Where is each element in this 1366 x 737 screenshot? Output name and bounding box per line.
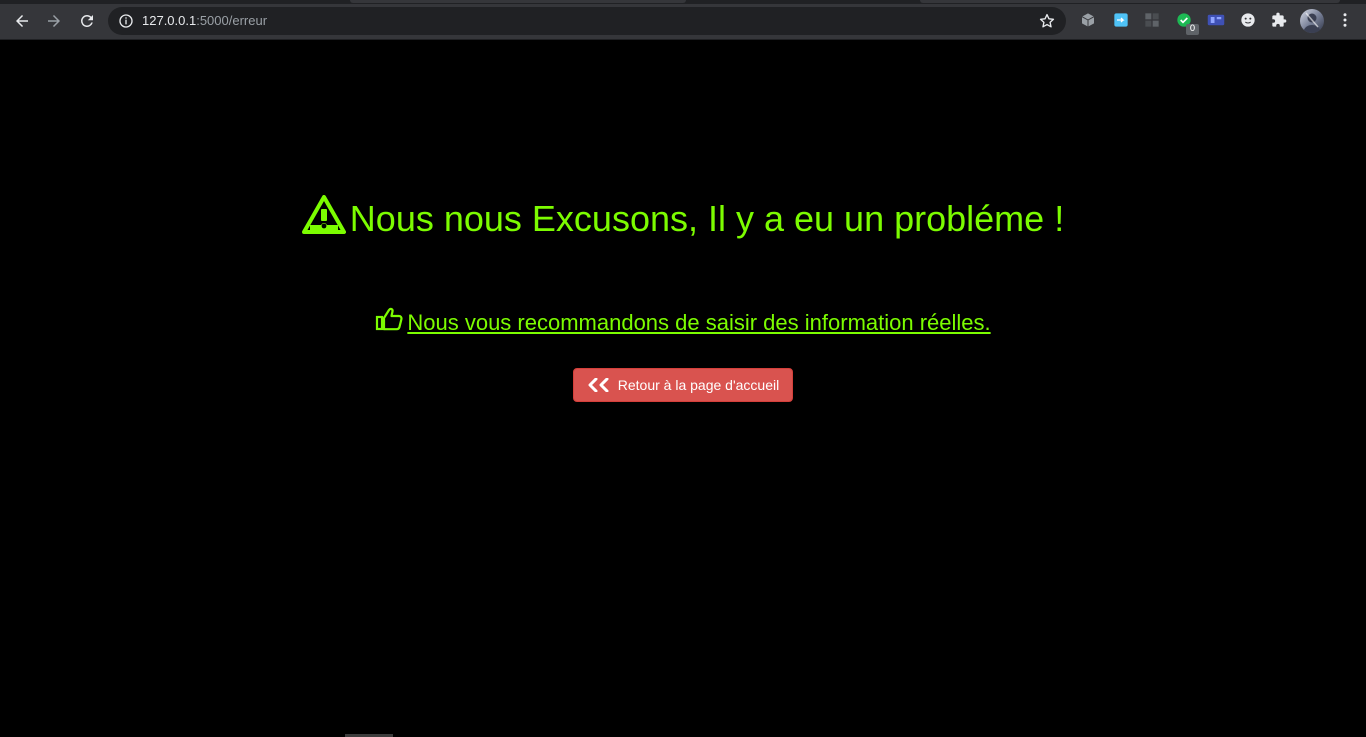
url-host: 127.0.0.1 [142, 13, 197, 28]
reload-icon [80, 14, 93, 27]
recommendation-link[interactable]: Nous vous recommandons de saisir des inf… [407, 310, 990, 335]
forward-arrow-icon [48, 15, 60, 27]
page-content: Nous nous Excusons, Il y a eu un problém… [0, 40, 1366, 737]
tab-strip [0, 0, 1366, 4]
url-path: :5000/erreur [196, 13, 268, 28]
double-chevron-left-icon [588, 378, 609, 392]
extension-translate-icon[interactable] [1112, 11, 1130, 29]
extension-badge: 0 [1186, 24, 1199, 35]
extension-grid-icon[interactable] [1143, 11, 1161, 29]
puzzle-icon[interactable] [1270, 11, 1288, 29]
browser-toolbar: 127.0.0.1:5000/erreur 0 [0, 0, 1366, 40]
extension-cube-icon[interactable] [1079, 11, 1097, 29]
tab-hint [350, 0, 686, 3]
extension-blue-icon[interactable] [1207, 11, 1225, 29]
error-heading-text: Nous nous Excusons, Il y a eu un problém… [349, 198, 1065, 239]
star-icon[interactable] [1038, 12, 1056, 30]
home-button[interactable]: Retour à la page d'accueil [573, 368, 793, 402]
profile-avatar[interactable] [1300, 9, 1324, 33]
address-bar[interactable]: 127.0.0.1:5000/erreur [108, 7, 1066, 35]
back-button[interactable] [10, 9, 34, 33]
forward-button[interactable] [42, 9, 66, 33]
tab-hint [920, 0, 1340, 3]
extension-face-icon[interactable] [1239, 11, 1257, 29]
reload-button[interactable] [75, 9, 99, 33]
warning-triangle-icon [301, 195, 346, 234]
kebab-menu-icon[interactable] [1336, 11, 1354, 29]
back-arrow-icon [16, 15, 28, 27]
thumbs-up-icon [376, 307, 403, 331]
error-heading: Nous nous Excusons, Il y a eu un problém… [0, 195, 1366, 241]
url-text[interactable]: 127.0.0.1:5000/erreur [142, 13, 267, 29]
info-icon[interactable] [118, 13, 134, 29]
home-button-label: Retour à la page d'accueil [617, 377, 780, 393]
recommendation-line: Nous vous recommandons de saisir des inf… [0, 306, 1366, 338]
